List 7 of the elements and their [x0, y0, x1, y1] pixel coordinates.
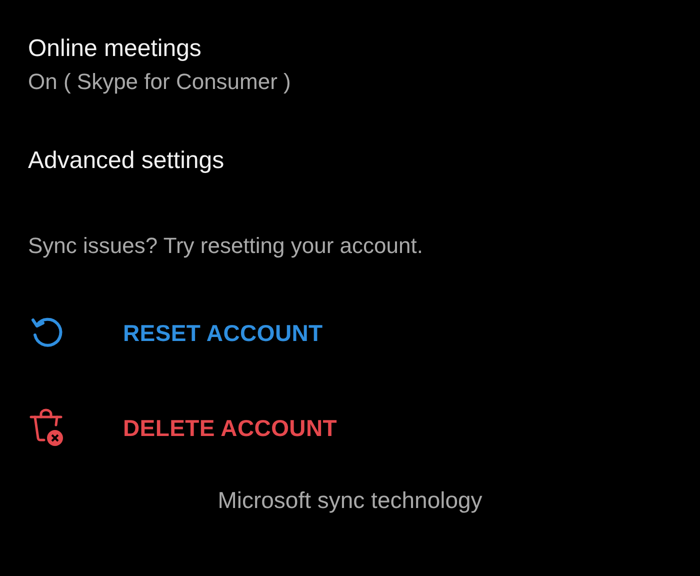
delete-account-button[interactable]: DELETE ACCOUNT	[123, 414, 338, 442]
sync-hint: Sync issues? Try resetting your account.	[28, 232, 423, 260]
setting-title[interactable]: Advanced settings	[28, 146, 224, 176]
setting-title[interactable]: Online meetings	[28, 34, 202, 64]
reset-account-button[interactable]: RESET ACCOUNT	[123, 320, 323, 346]
setting-value: On ( Skype for Consumer )	[28, 68, 291, 96]
footer-text: Microsoft sync technology	[218, 487, 482, 514]
